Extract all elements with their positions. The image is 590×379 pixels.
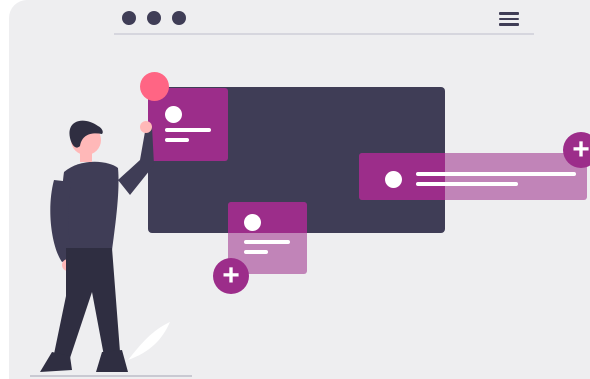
person-illustration bbox=[40, 120, 170, 372]
illustration-stage: + + bbox=[0, 0, 590, 379]
ground-line bbox=[30, 375, 192, 377]
leaf-icon bbox=[128, 322, 170, 360]
